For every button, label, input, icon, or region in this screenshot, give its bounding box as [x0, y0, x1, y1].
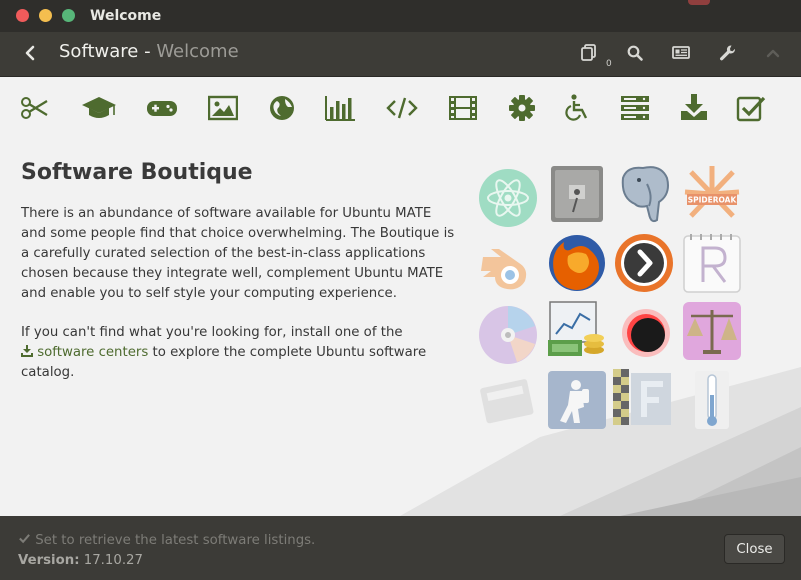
- gamepad-icon: [147, 101, 177, 116]
- category-servers-button[interactable]: [620, 93, 650, 123]
- category-system-tools-button[interactable]: [507, 93, 537, 123]
- r-app-icon: [681, 232, 743, 294]
- page-title: Software - Welcome: [59, 41, 239, 62]
- chevron-left-icon: [25, 45, 35, 61]
- category-universal-access-button[interactable]: [562, 93, 592, 123]
- film-icon: [449, 96, 477, 120]
- thermometer-app-icon: [681, 369, 743, 431]
- spideroak-logo-text: SPIDEROAK: [688, 196, 738, 205]
- blender-app-icon: [477, 235, 539, 297]
- page-title-main: Software: [59, 41, 139, 62]
- header-bar: Software - Welcome 0: [0, 32, 801, 77]
- footer-bar: Set to retrieve the latest software list…: [0, 517, 801, 580]
- category-education-button[interactable]: [81, 93, 116, 123]
- category-install-button[interactable]: [679, 93, 709, 123]
- wrench-icon: [720, 45, 735, 61]
- paragraph-text-before: If you can't find what you're looking fo…: [21, 325, 403, 340]
- desktop-background-fragment: [688, 0, 710, 5]
- safe-app-icon: [546, 164, 608, 226]
- queue-icon: [581, 44, 596, 61]
- calculator-app-icon: [477, 371, 539, 433]
- software-centers-link-label: software centers: [37, 345, 149, 360]
- fontforge-app-icon: [613, 369, 675, 431]
- version-value: 17.10.27: [83, 553, 143, 568]
- scissors-icon: [21, 97, 48, 119]
- status-message: Set to retrieve the latest software list…: [18, 532, 315, 548]
- globe-icon: [270, 96, 294, 120]
- code-icon: [386, 97, 418, 119]
- category-programming-button[interactable]: [386, 93, 418, 123]
- page-title-separator: -: [138, 41, 157, 62]
- category-sound-video-button[interactable]: [448, 93, 478, 123]
- version-label: Version:: [18, 553, 80, 568]
- page-heading: Software Boutique: [21, 160, 253, 185]
- maximize-window-button[interactable]: [62, 9, 75, 22]
- category-toolbar: [0, 77, 801, 141]
- eclipse-app-icon: [613, 300, 675, 362]
- category-internet-button[interactable]: [268, 93, 298, 123]
- scales-app-icon: [681, 300, 743, 362]
- version-info: Version: 17.10.27: [18, 553, 143, 568]
- scroll-top-button[interactable]: [762, 42, 784, 64]
- window-title: Welcome: [90, 8, 162, 24]
- main-content: Software Boutique There is an abundance …: [0, 77, 801, 516]
- news-button[interactable]: [670, 42, 692, 64]
- software-centers-link[interactable]: software centers: [21, 345, 148, 360]
- window-titlebar: Welcome: [0, 0, 801, 32]
- queue-count-badge: 0: [606, 59, 612, 69]
- download-icon: [681, 94, 707, 120]
- wheelchair-icon: [565, 94, 588, 121]
- postgresql-app-icon: [613, 164, 675, 226]
- image-icon: [207, 95, 239, 121]
- checkbox-checked-icon: [736, 96, 766, 122]
- server-icon: [621, 96, 649, 120]
- category-office-button[interactable]: [324, 93, 355, 123]
- firefox-app-icon: [546, 232, 608, 294]
- atom-app-icon: [477, 167, 539, 229]
- bar-chart-icon: [325, 96, 355, 121]
- category-installed-button[interactable]: [736, 93, 766, 123]
- close-window-button[interactable]: [16, 9, 29, 22]
- newspaper-icon: [672, 46, 690, 59]
- diver-app-icon: [546, 369, 608, 431]
- checkmark-icon: [19, 534, 30, 544]
- preferences-button[interactable]: [716, 42, 738, 64]
- download-icon: [21, 345, 33, 357]
- minimize-window-button[interactable]: [39, 9, 52, 22]
- chevron-up-icon: [766, 49, 780, 58]
- search-button[interactable]: [624, 42, 646, 64]
- launcher-app-icon: [613, 232, 675, 294]
- software-centers-paragraph: If you can't find what you're looking fo…: [21, 323, 456, 383]
- category-games-button[interactable]: [146, 93, 177, 123]
- disc-app-icon: [477, 304, 539, 366]
- status-text: Set to retrieve the latest software list…: [35, 533, 316, 548]
- page-title-subtitle: Welcome: [156, 41, 239, 62]
- back-button[interactable]: [18, 40, 44, 66]
- category-graphics-button[interactable]: [207, 93, 239, 123]
- finance-app-icon: [546, 300, 608, 362]
- spideroak-app-icon: SPIDEROAK: [681, 164, 743, 226]
- queue-button[interactable]: [578, 42, 600, 64]
- search-icon: [627, 45, 643, 61]
- close-button[interactable]: Close: [724, 534, 785, 564]
- graduation-cap-icon: [82, 97, 116, 118]
- gear-icon: [509, 95, 535, 121]
- intro-paragraph: There is an abundance of software availa…: [21, 206, 455, 301]
- category-accessories-button[interactable]: [19, 93, 49, 123]
